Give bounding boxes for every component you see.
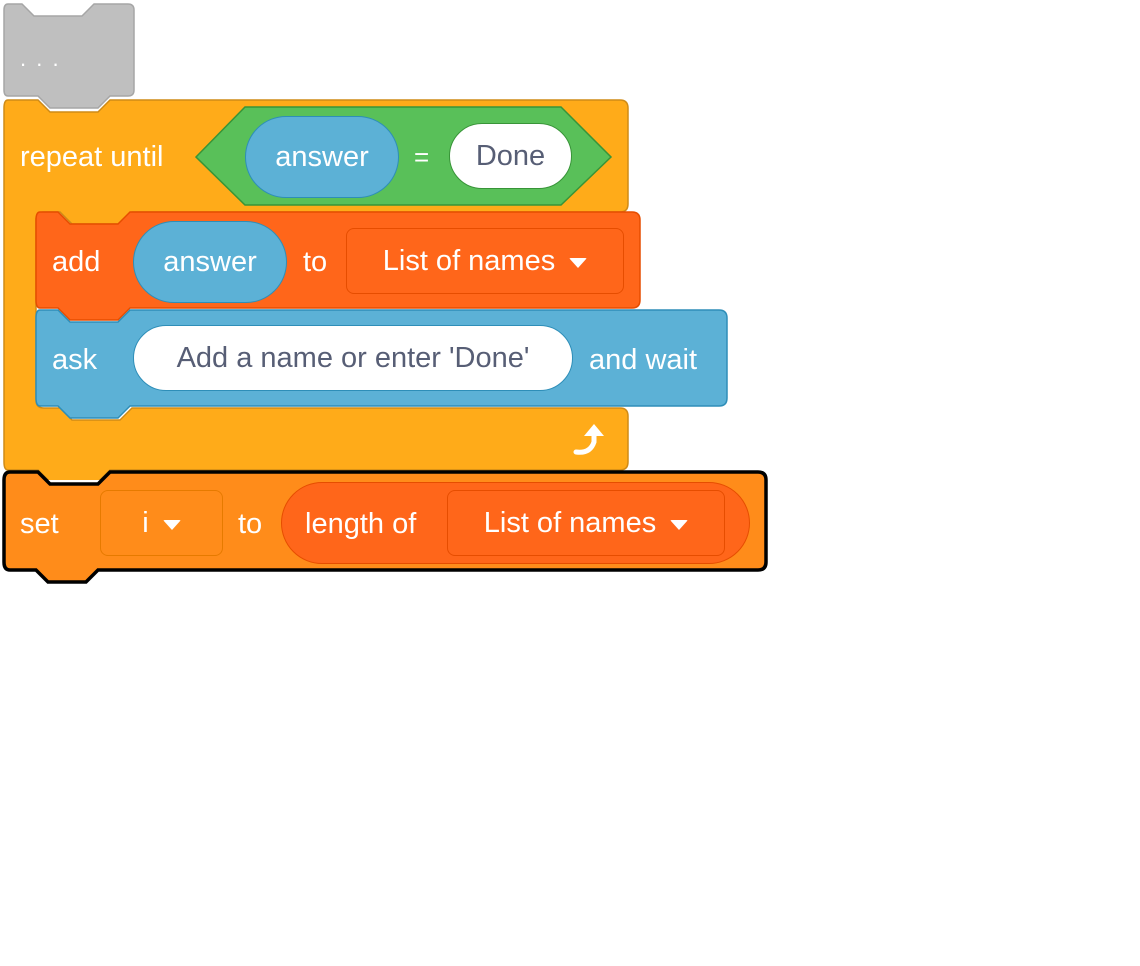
chevron-down-icon <box>670 520 689 530</box>
variable-dropdown-text: i <box>142 506 149 539</box>
chevron-down-icon <box>569 258 588 268</box>
answer-reporter[interactable]: answer <box>245 116 399 198</box>
repeat-until-label: repeat until <box>20 141 164 173</box>
add-list-dropdown[interactable]: List of names <box>346 228 624 294</box>
add-label: add <box>52 246 101 278</box>
chevron-down-icon <box>162 520 181 530</box>
length-list-dropdown-text: List of names <box>483 506 657 539</box>
length-of-label: length of <box>305 508 417 540</box>
ask-label: ask <box>52 344 98 376</box>
ask-question-input[interactable]: Add a name or enter 'Done' <box>133 325 573 391</box>
set-to-label: to <box>238 508 263 540</box>
add-answer-reporter[interactable]: answer <box>133 221 287 303</box>
add-list-dropdown-text: List of names <box>382 244 556 277</box>
done-input[interactable]: Done <box>449 123 572 189</box>
set-label: set <box>20 508 59 540</box>
add-to-label: to <box>303 246 328 278</box>
equals-operator: = <box>414 142 430 172</box>
and-wait-label: and wait <box>589 344 698 376</box>
length-list-dropdown[interactable]: List of names <box>447 490 725 556</box>
variable-dropdown[interactable]: i <box>100 490 223 556</box>
script-canvas: . . . repeat until answer = Done add ans… <box>0 0 1140 966</box>
